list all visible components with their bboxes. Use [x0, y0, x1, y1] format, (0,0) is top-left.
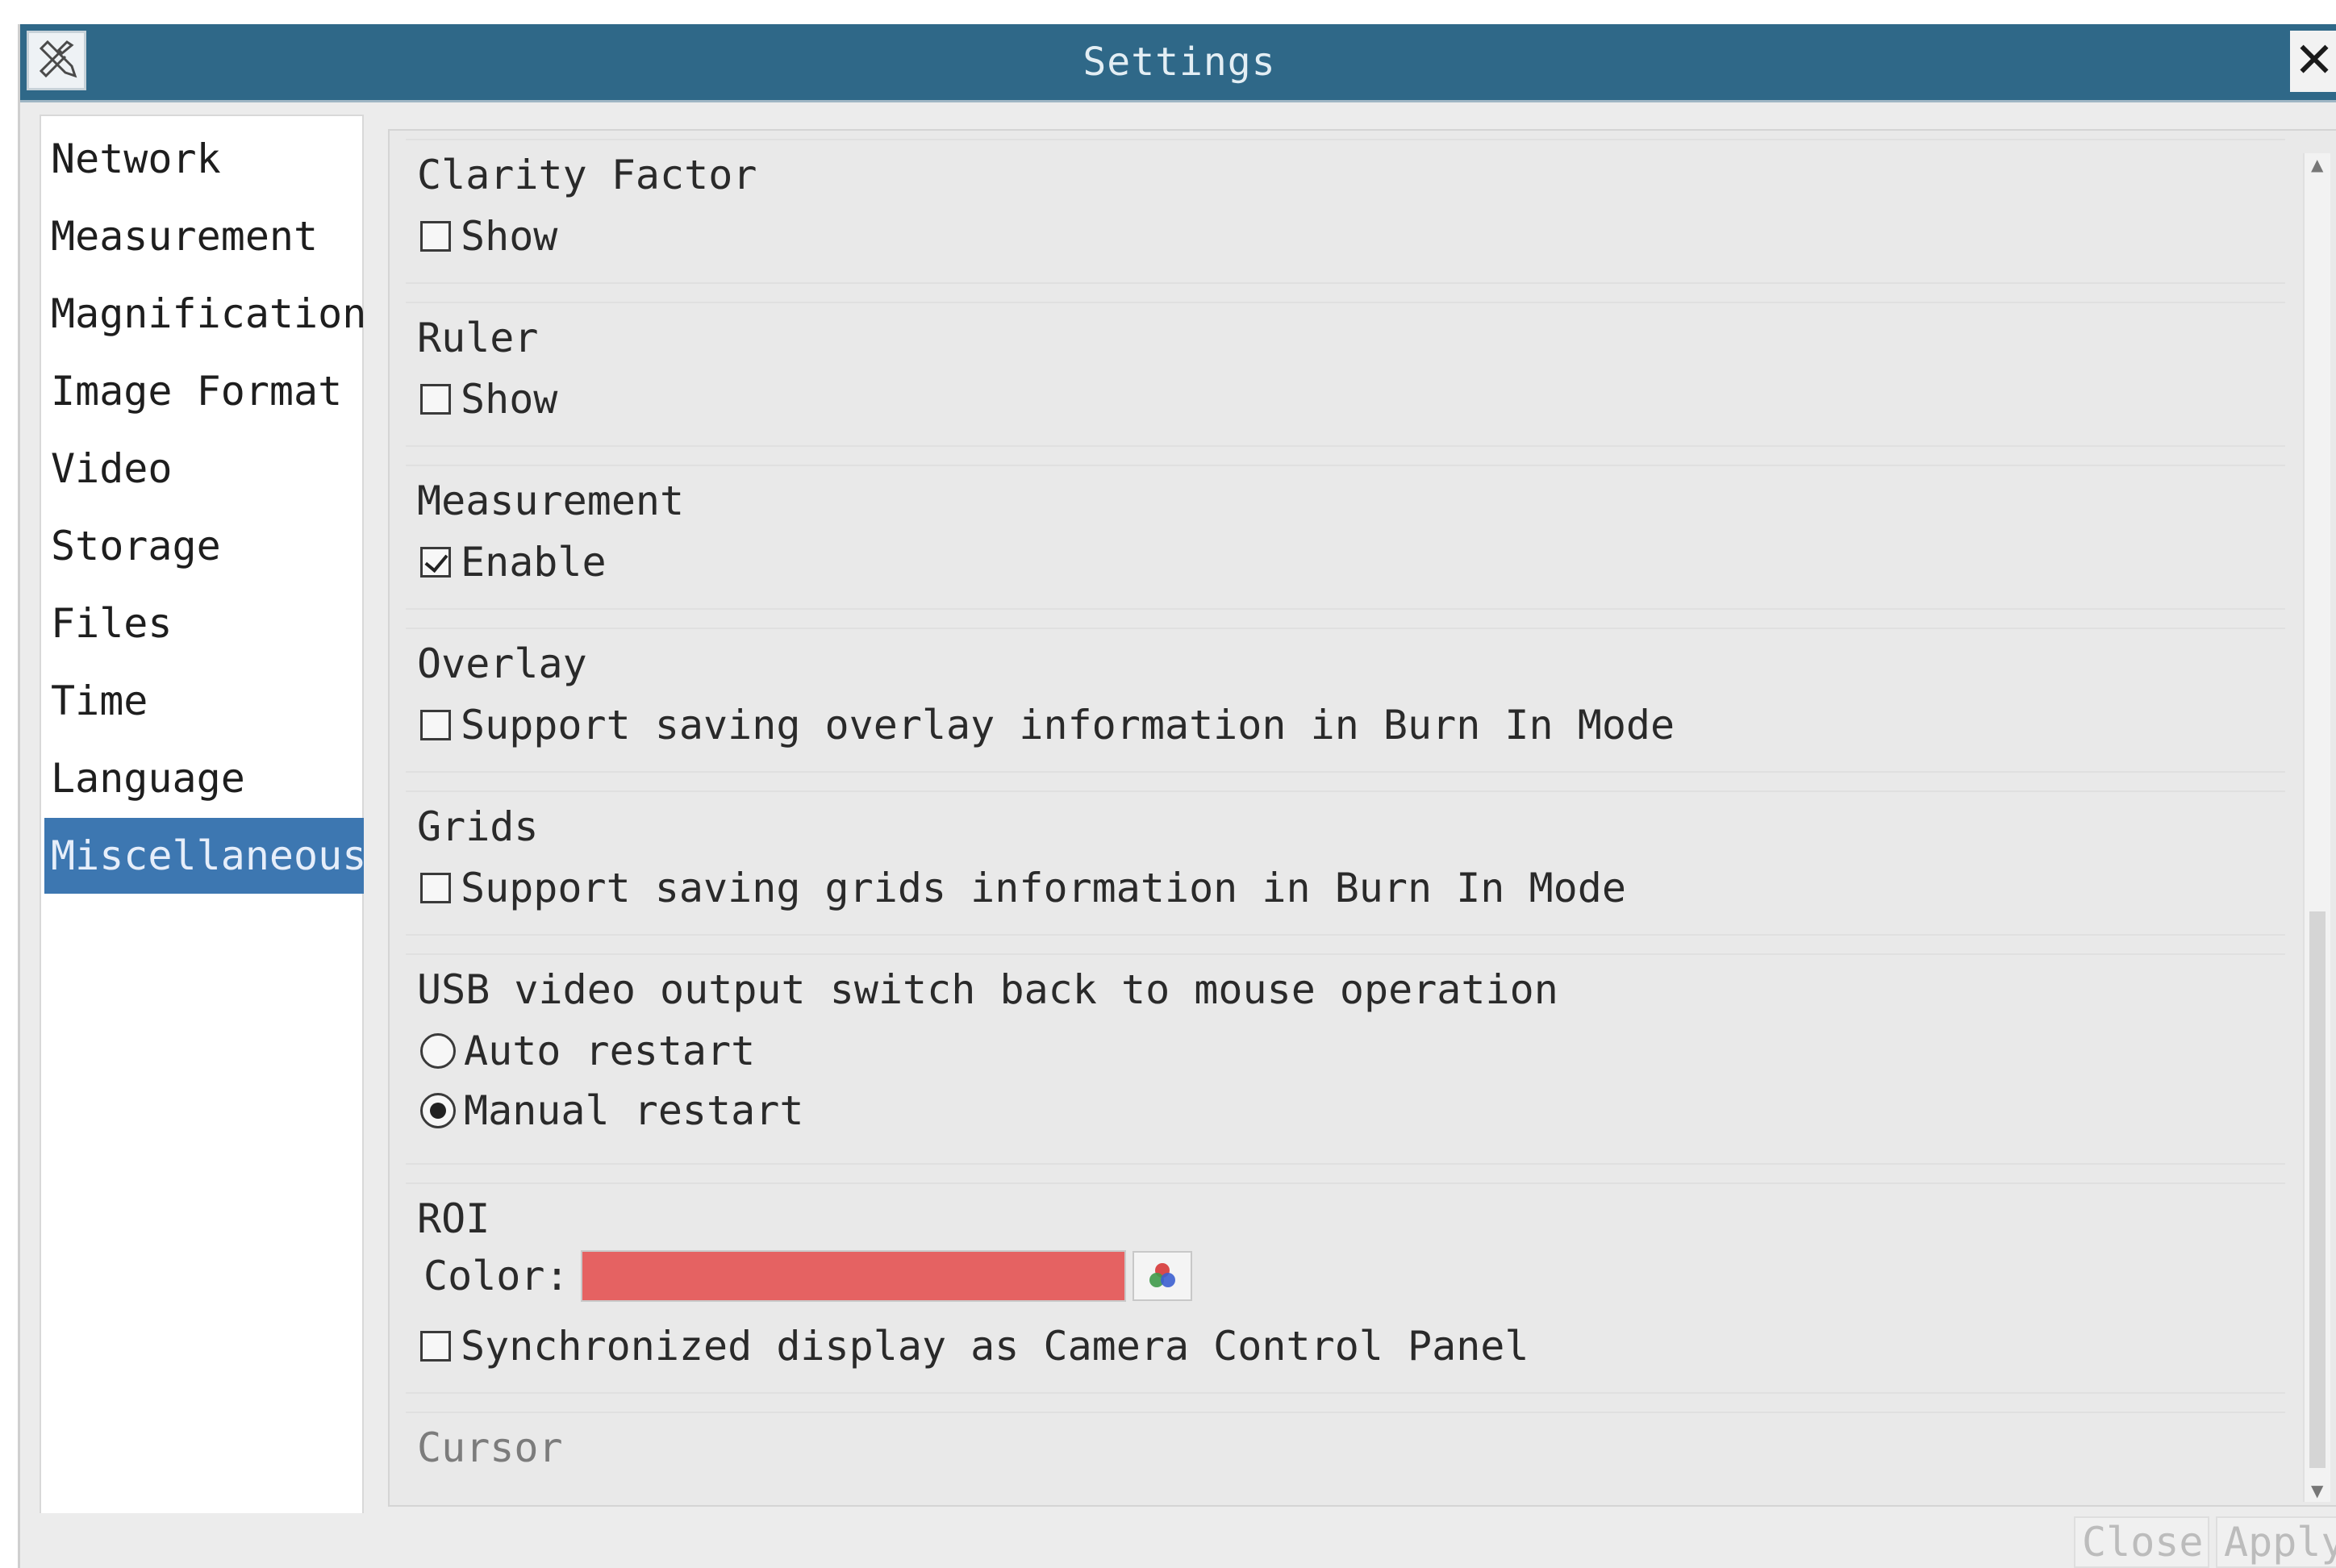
color-label: Color:: [423, 1253, 569, 1299]
clarity-factor-group: Clarity Factor Show: [406, 139, 2285, 284]
window-title: Settings: [1082, 40, 1276, 85]
checkbox-label: Enable: [461, 539, 607, 586]
scroll-down-arrow-icon[interactable]: ▼: [2311, 1481, 2323, 1500]
checkbox-box[interactable]: [420, 221, 451, 252]
settings-nav: Network Measurement Magnification Image …: [40, 115, 366, 1518]
group-title: Measurement: [417, 477, 685, 524]
nav-item-miscellaneous[interactable]: Miscellaneous: [44, 818, 366, 894]
checkbox-label: Support saving grids information in Burn…: [461, 865, 1626, 911]
overlay-group: Overlay Support saving overlay informati…: [406, 628, 2285, 773]
settings-window: Settings ✕ Network Measurement Magnifica…: [18, 24, 2336, 1568]
auto-restart-radio[interactable]: Auto restart: [420, 1028, 755, 1074]
checkbox-label: Synchronized display as Camera Control P…: [461, 1323, 1529, 1370]
usb-output-group: USB video output switch back to mouse op…: [406, 953, 2285, 1165]
checkbox-label: Show: [461, 213, 558, 260]
close-icon[interactable]: ✕: [2290, 31, 2336, 92]
scrollbar-thumb[interactable]: [2309, 911, 2326, 1468]
radio-label: Auto restart: [464, 1028, 756, 1074]
nav-item-video[interactable]: Video: [44, 431, 364, 507]
overlay-burn-in-checkbox[interactable]: Support saving overlay information in Bu…: [420, 702, 1675, 749]
checkbox-label: Show: [461, 376, 558, 423]
close-button[interactable]: Close: [2074, 1516, 2209, 1568]
group-title: Cursor: [417, 1424, 563, 1471]
grids-group: Grids Support saving grids information i…: [406, 790, 2285, 936]
group-title: USB video output switch back to mouse op…: [417, 966, 1558, 1013]
nav-item-storage[interactable]: Storage: [44, 508, 364, 584]
checkbox-box[interactable]: [420, 873, 451, 903]
group-title: Ruler: [417, 315, 539, 361]
nav-item-measurement[interactable]: Measurement: [44, 198, 364, 274]
nav-item-files[interactable]: Files: [44, 586, 364, 661]
checkbox-box[interactable]: [420, 547, 451, 578]
settings-panel: Clarity Factor Show Ruler Show Measureme…: [388, 129, 2336, 1507]
roi-color-swatch[interactable]: [580, 1250, 1126, 1302]
nav-item-network[interactable]: Network: [44, 121, 364, 197]
manual-restart-radio[interactable]: Manual restart: [420, 1087, 803, 1134]
title-bar: Settings ✕: [20, 24, 2336, 102]
group-title: Grids: [417, 803, 539, 850]
dialog-footer: Close Apply: [20, 1513, 2336, 1568]
checkbox-label: Support saving overlay information in Bu…: [461, 702, 1675, 749]
color-picker-button[interactable]: [1132, 1251, 1192, 1301]
scroll-up-arrow-icon[interactable]: ▲: [2311, 155, 2323, 174]
ruler-show-checkbox[interactable]: Show: [420, 376, 557, 423]
checkbox-box[interactable]: [420, 1331, 451, 1362]
color-palette-icon: [1149, 1263, 1175, 1287]
grids-burn-in-checkbox[interactable]: Support saving grids information in Burn…: [420, 865, 1626, 911]
roi-group: ROI Color: Synchronized display as Camer…: [406, 1182, 2285, 1394]
group-title: Overlay: [417, 640, 587, 687]
apply-button[interactable]: Apply: [2216, 1516, 2336, 1568]
clarity-show-checkbox[interactable]: Show: [420, 213, 557, 260]
radio-button[interactable]: [420, 1093, 456, 1128]
roi-color-row: Color:: [423, 1250, 1192, 1302]
cursor-group: Cursor: [406, 1412, 2285, 1505]
measurement-enable-checkbox[interactable]: Enable: [420, 539, 607, 586]
nav-item-language[interactable]: Language: [44, 740, 364, 816]
sync-camera-panel-checkbox[interactable]: Synchronized display as Camera Control P…: [420, 1323, 1529, 1370]
measurement-group: Measurement Enable: [406, 465, 2285, 610]
group-title: ROI: [417, 1195, 490, 1242]
ruler-group: Ruler Show: [406, 302, 2285, 447]
radio-button[interactable]: [420, 1033, 456, 1069]
group-title: Clarity Factor: [417, 152, 757, 198]
vertical-scrollbar[interactable]: ▲ ▼: [2303, 153, 2330, 1502]
nav-item-magnification[interactable]: Magnification: [44, 276, 366, 352]
nav-item-time[interactable]: Time: [44, 663, 364, 739]
nav-item-image-format[interactable]: Image Format: [44, 353, 364, 429]
checkbox-box[interactable]: [420, 384, 451, 415]
radio-label: Manual restart: [464, 1087, 804, 1134]
checkbox-box[interactable]: [420, 710, 451, 740]
